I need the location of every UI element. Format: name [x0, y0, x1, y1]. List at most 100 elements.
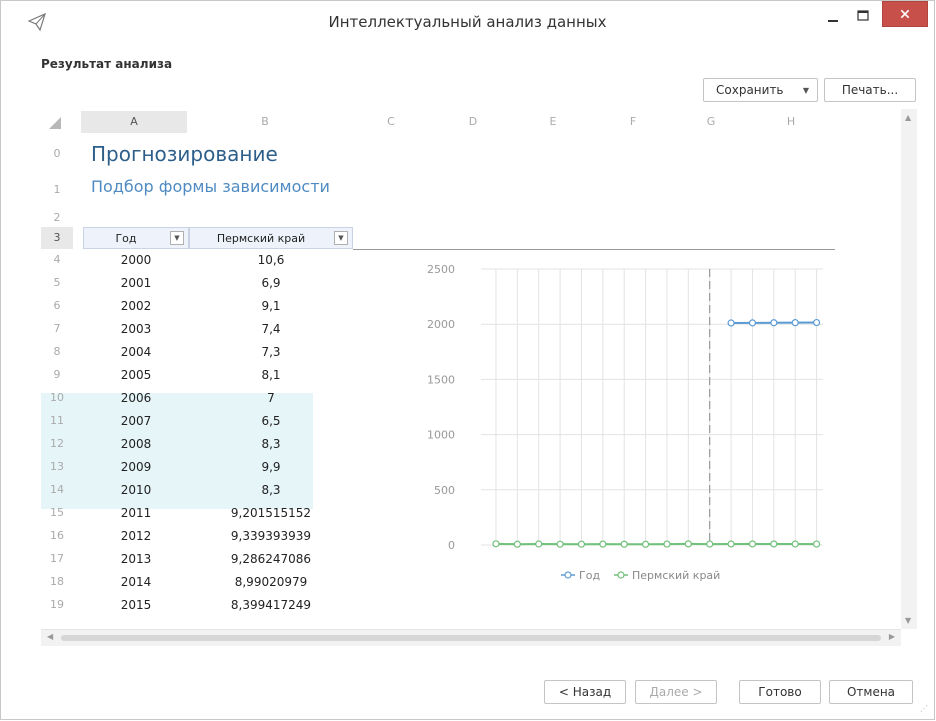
- data-point: [812, 540, 821, 548]
- table-cell-value[interactable]: 8,3: [189, 433, 353, 455]
- table-header-perm-label: Пермский край: [216, 232, 306, 245]
- table-cell-value[interactable]: 8,99020979: [189, 571, 353, 593]
- table-cell-year[interactable]: 2014: [83, 571, 189, 593]
- table-cell-value[interactable]: 9,286247086: [189, 548, 353, 570]
- y-tick-label: 2500: [427, 263, 455, 276]
- done-button[interactable]: Готово: [739, 680, 821, 704]
- data-point: [791, 319, 799, 327]
- table-header-year[interactable]: Год ▼: [83, 227, 189, 249]
- scroll-up-icon[interactable]: ▲: [905, 113, 911, 122]
- row-number[interactable]: 16: [41, 525, 73, 547]
- row-number[interactable]: 5: [41, 272, 73, 294]
- row-number[interactable]: 4: [41, 249, 73, 271]
- row-number[interactable]: 11: [41, 410, 73, 432]
- table-cell-value[interactable]: 8,1: [189, 364, 353, 386]
- data-point: [641, 540, 650, 548]
- table-cell-value[interactable]: 8,3: [189, 479, 353, 501]
- back-button[interactable]: < Назад: [544, 680, 626, 704]
- table-cell-value[interactable]: 8,399417249: [189, 594, 353, 616]
- close-icon[interactable]: [882, 1, 928, 27]
- table-cell-value[interactable]: 9,1: [189, 295, 353, 317]
- vertical-scrollbar[interactable]: ▲ ▼: [901, 109, 917, 629]
- row-number[interactable]: 18: [41, 571, 73, 593]
- y-tick-label: 1000: [427, 429, 455, 442]
- row-number[interactable]: 15: [41, 502, 73, 524]
- data-point: [770, 319, 778, 327]
- filter-dropdown-icon[interactable]: ▼: [170, 231, 184, 245]
- table-header-perm[interactable]: Пермский край ▼: [189, 227, 353, 249]
- table-cell-year[interactable]: 2004: [83, 341, 189, 363]
- table-cell-year[interactable]: 2005: [83, 364, 189, 386]
- row-number[interactable]: 1: [41, 179, 73, 201]
- column-header-a[interactable]: A: [81, 111, 187, 133]
- forecast-chart: 0 500 1000 1500 2000 2500 Год Пермский край: [427, 263, 823, 582]
- table-cell-year[interactable]: 2012: [83, 525, 189, 547]
- scroll-thumb[interactable]: [61, 635, 881, 641]
- table-cell-year[interactable]: 2003: [83, 318, 189, 340]
- table-cell-year[interactable]: 2015: [83, 594, 189, 616]
- data-point: [535, 540, 543, 548]
- resize-grip-icon[interactable]: ⋰: [920, 704, 928, 713]
- scroll-left-icon[interactable]: ◀: [47, 632, 53, 641]
- cancel-button[interactable]: Отмена: [829, 680, 913, 704]
- table-cell-value[interactable]: 9,339393939: [189, 525, 353, 547]
- scroll-down-icon[interactable]: ▼: [905, 616, 911, 625]
- row-number[interactable]: 13: [41, 456, 73, 478]
- row-number[interactable]: 9: [41, 364, 73, 386]
- table-header-year-label: Год: [115, 232, 137, 245]
- row-number[interactable]: 19: [41, 594, 73, 616]
- table-cell-year[interactable]: 2011: [83, 502, 189, 524]
- save-button-label: Сохранить: [716, 83, 784, 97]
- maximize-icon[interactable]: [848, 5, 878, 29]
- row-number[interactable]: 3: [41, 227, 73, 249]
- table-cell-year[interactable]: 2002: [83, 295, 189, 317]
- table-cell-value[interactable]: 9,9: [189, 456, 353, 478]
- y-tick-label: 0: [448, 539, 455, 552]
- legend-label: Год: [579, 569, 600, 582]
- row-number[interactable]: 8: [41, 341, 73, 363]
- table-cell-value[interactable]: 9,201515152: [189, 502, 353, 524]
- table-cell-year[interactable]: 2001: [83, 272, 189, 294]
- column-header-g[interactable]: G: [691, 111, 731, 133]
- save-button[interactable]: Сохранить ▼: [703, 78, 818, 102]
- table-cell-value[interactable]: 7: [189, 387, 353, 409]
- table-cell-year[interactable]: 2010: [83, 479, 189, 501]
- table-cell-year[interactable]: 2013: [83, 548, 189, 570]
- row-number[interactable]: 2: [41, 207, 73, 229]
- row-number[interactable]: 17: [41, 548, 73, 570]
- scroll-right-icon[interactable]: ▶: [889, 632, 895, 641]
- row-number[interactable]: 7: [41, 318, 73, 340]
- column-header-h[interactable]: H: [771, 111, 811, 133]
- column-header-f[interactable]: F: [613, 111, 653, 133]
- table-cell-value[interactable]: 10,6: [189, 249, 353, 271]
- table-cell-value[interactable]: 7,3: [189, 341, 353, 363]
- select-all-corner[interactable]: [49, 117, 61, 129]
- column-header-e[interactable]: E: [533, 111, 573, 133]
- row-number[interactable]: 0: [41, 143, 73, 165]
- data-point: [620, 540, 628, 548]
- minimize-icon[interactable]: [818, 5, 848, 29]
- y-tick-label: 1500: [427, 373, 455, 386]
- column-header-c[interactable]: C: [371, 111, 411, 133]
- table-cell-year[interactable]: 2009: [83, 456, 189, 478]
- row-number[interactable]: 6: [41, 295, 73, 317]
- table-cell-value[interactable]: 6,5: [189, 410, 353, 432]
- print-button[interactable]: Печать...: [824, 78, 916, 102]
- next-button[interactable]: Далее >: [635, 680, 717, 704]
- column-header-b[interactable]: B: [211, 111, 319, 133]
- row-number[interactable]: 12: [41, 433, 73, 455]
- data-point: [706, 540, 714, 548]
- row-number[interactable]: 14: [41, 479, 73, 501]
- filter-dropdown-icon[interactable]: ▼: [334, 231, 348, 245]
- row-number[interactable]: 10: [41, 387, 73, 409]
- table-cell-year[interactable]: 2008: [83, 433, 189, 455]
- column-header-d[interactable]: D: [453, 111, 493, 133]
- table-cell-value[interactable]: 6,9: [189, 272, 353, 294]
- table-cell-year[interactable]: 2007: [83, 410, 189, 432]
- table-cell-value[interactable]: 7,4: [189, 318, 353, 340]
- table-cell-year[interactable]: 2000: [83, 249, 189, 271]
- data-point: [577, 540, 586, 548]
- horizontal-scrollbar[interactable]: ◀ ▶: [41, 629, 901, 646]
- chevron-down-icon[interactable]: ▼: [803, 86, 809, 95]
- table-cell-year[interactable]: 2006: [83, 387, 189, 409]
